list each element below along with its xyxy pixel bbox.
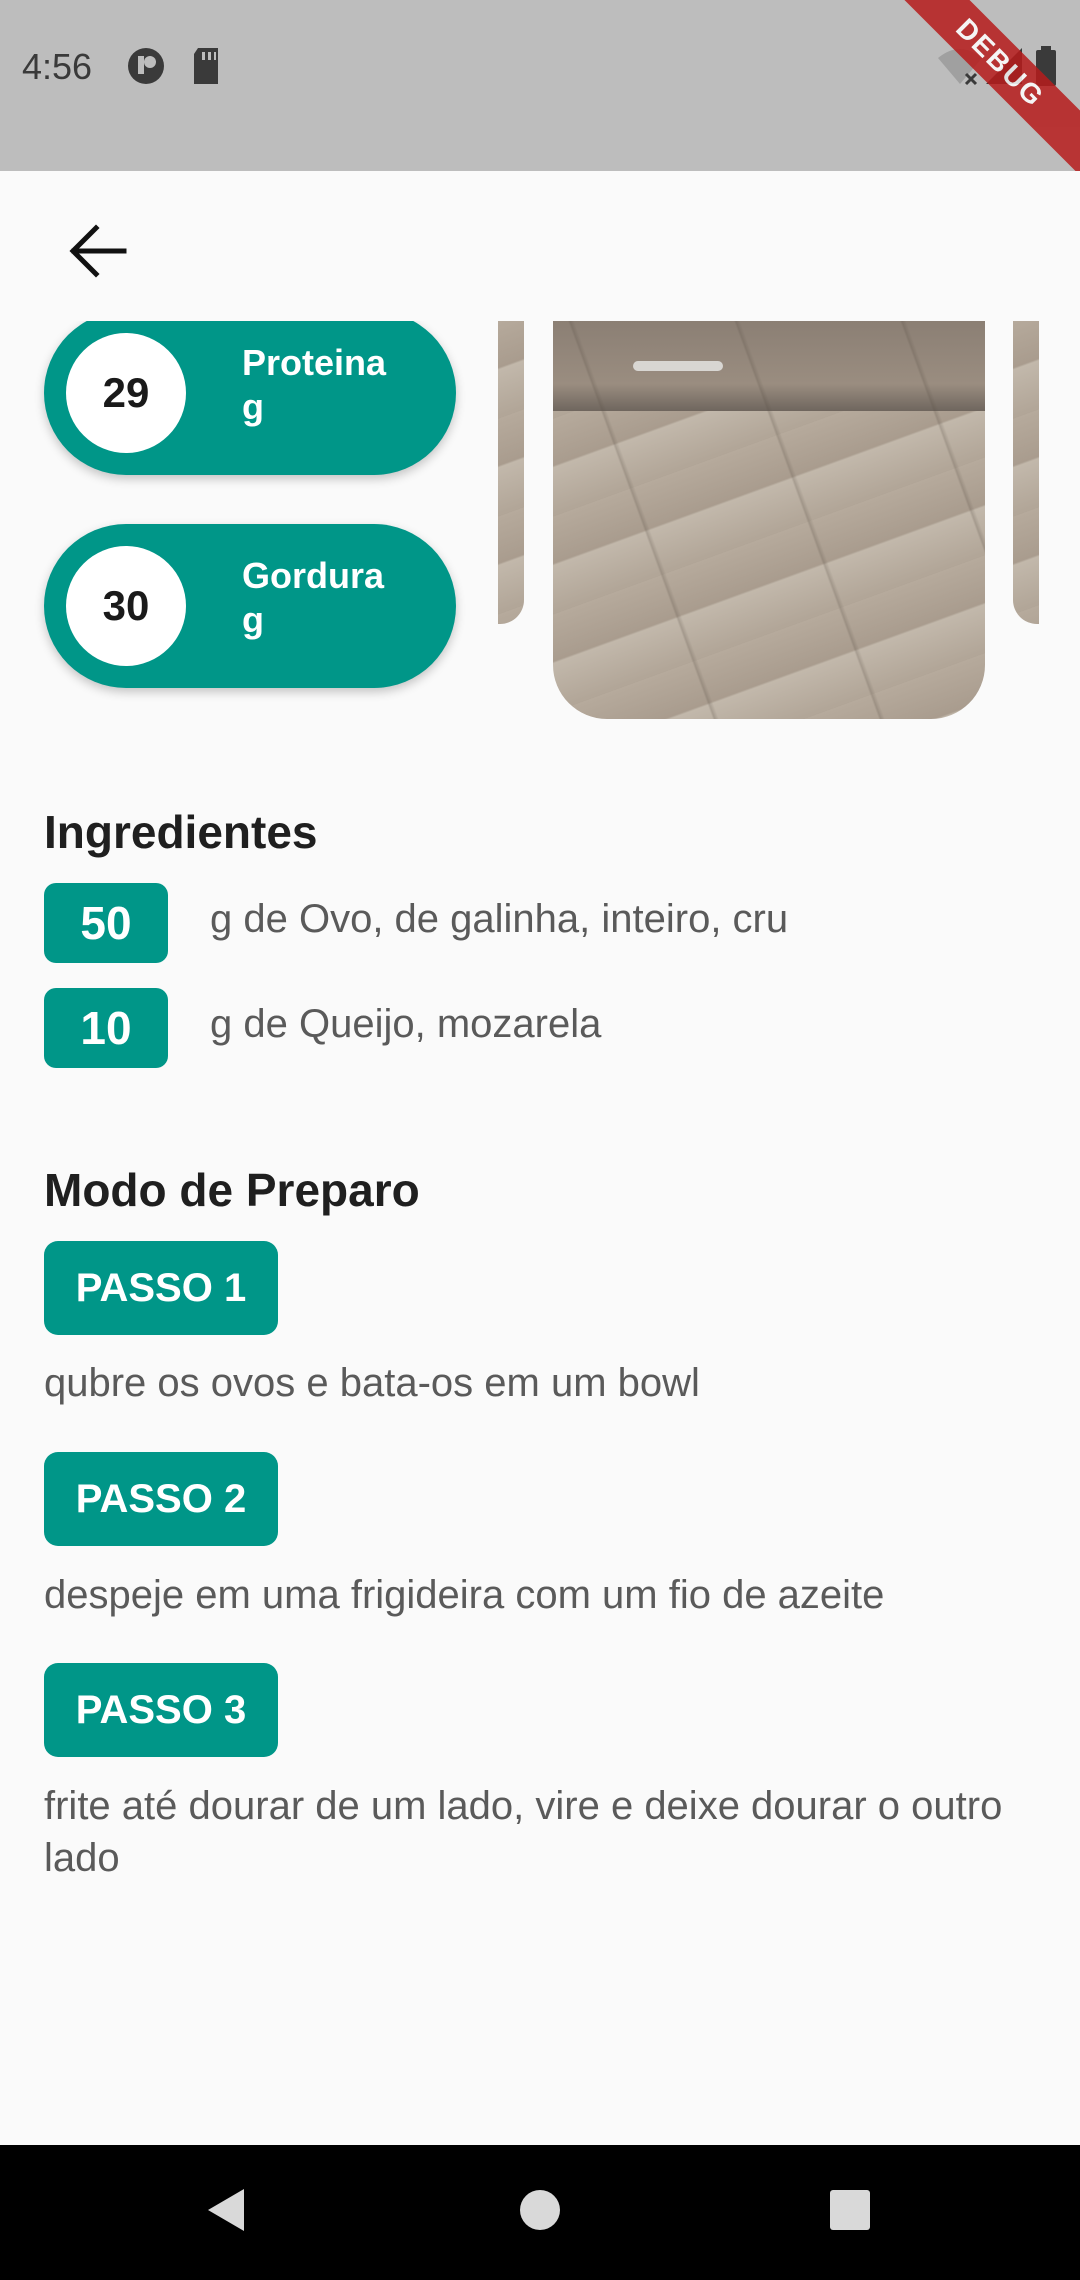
back-triangle-icon (206, 2187, 246, 2238)
quantity-badge: 10 (44, 988, 168, 1068)
nutrient-unit: g (242, 599, 264, 640)
app-bar (0, 171, 1080, 321)
status-time: 4:56 (22, 46, 93, 87)
quantity-badge: 50 (44, 883, 168, 963)
ingredient-row: 10 g de Queijo, mozarela (44, 988, 1044, 1068)
nutrient-label: Proteina (242, 342, 387, 383)
step-text: frite até dourar de um lado, vire e deix… (44, 1784, 1003, 1880)
navigation-bar (0, 2145, 1080, 2280)
nav-recents-button[interactable] (790, 2145, 910, 2280)
recipe-content[interactable]: 29 Proteina g 30 Gordura g Ingredientes … (0, 321, 1080, 2145)
nutrient-value: 30 (66, 546, 186, 666)
status-bar: 4:56 DEBUG (0, 0, 1080, 171)
ingredient-text: g de Ovo, de galinha, inteiro, cru (210, 897, 789, 941)
carousel-image-current[interactable] (553, 321, 985, 719)
home-circle-icon (518, 2188, 562, 2237)
step-badge: PASSO 2 (44, 1452, 278, 1546)
nutrient-pill-protein: 29 Proteina g (44, 321, 456, 475)
step-text: despeje em uma frigideira com um fio de … (44, 1573, 885, 1617)
notification-icon (126, 46, 166, 91)
step-text: qubre os ovos e bata-os em um bowl (44, 1361, 700, 1405)
nutrient-value: 29 (66, 333, 186, 453)
sd-card-icon (190, 46, 222, 91)
nutrient-unit: g (242, 386, 264, 427)
carousel-image-next[interactable] (1013, 321, 1039, 624)
step-badge: PASSO 1 (44, 1241, 278, 1335)
step-badge: PASSO 3 (44, 1663, 278, 1757)
nutrient-pill-fat: 30 Gordura g (44, 524, 456, 688)
ingredient-text: g de Queijo, mozarela (210, 1002, 602, 1046)
nav-home-button[interactable] (480, 2145, 600, 2280)
arrow-left-icon (68, 223, 128, 283)
ingredients-title: Ingredientes (44, 806, 318, 858)
back-button[interactable] (56, 211, 140, 295)
carousel-image-previous[interactable] (498, 321, 524, 624)
preparation-title: Modo de Preparo (44, 1164, 420, 1216)
ingredient-row: 50 g de Ovo, de galinha, inteiro, cru (44, 883, 1044, 963)
nav-back-button[interactable] (166, 2145, 286, 2280)
nutrient-label: Gordura (242, 555, 385, 596)
recents-square-icon (829, 2189, 871, 2236)
